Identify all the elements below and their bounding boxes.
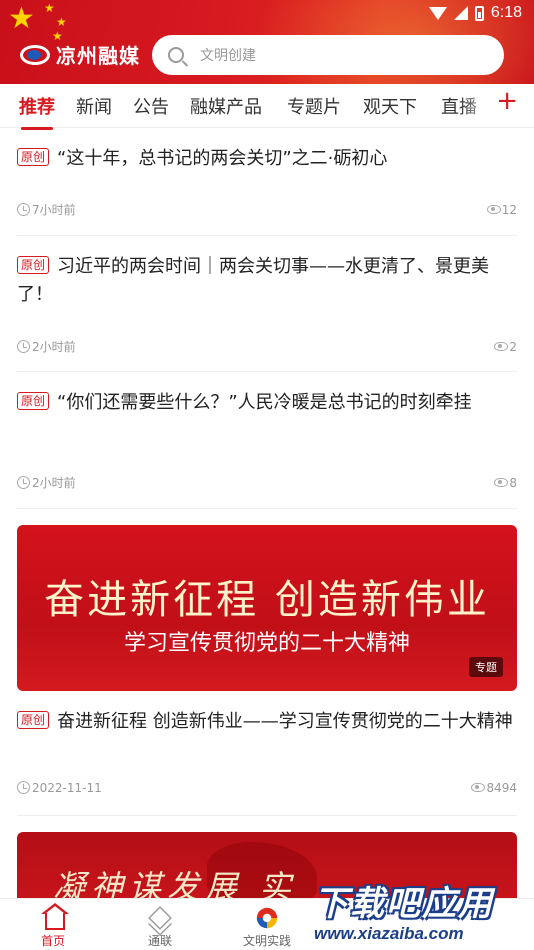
divider: [17, 235, 517, 236]
news-views: 2: [494, 340, 517, 354]
tab-news[interactable]: 新闻: [76, 93, 112, 119]
news-title: 原创 奋进新征程 创造新伟业——学习宣传贯彻党的二十大精神: [17, 708, 517, 736]
watermark-url: www.xiazaiba.com: [314, 924, 464, 943]
status-bar: 6:18: [428, 4, 522, 22]
signal-icon: [453, 6, 468, 20]
nav-home-label: 首页: [40, 934, 65, 948]
wifi-icon: [428, 6, 447, 20]
news-item[interactable]: 原创 奋进新征程 创造新伟业——学习宣传贯彻党的二十大精神: [17, 708, 517, 736]
banner2-text: 凝神谋发展 实: [53, 868, 298, 902]
nav-civilization-practice[interactable]: 文明实践: [217, 899, 317, 950]
nav-practice-label: 文明实践: [242, 934, 291, 948]
clock-icon: [17, 203, 30, 216]
news-item[interactable]: 原创 “你们还需要些什么？”人民冷暖是总书记的时刻牵挂: [17, 389, 517, 417]
eye-icon: [494, 341, 509, 351]
nav-home[interactable]: 首页: [3, 899, 103, 950]
tab-feature-films[interactable]: 专题片: [287, 93, 341, 119]
news-title: 原创 习近平的两会时间｜两会关切事——水更清了、景更美了！: [17, 256, 490, 305]
news-meta: 2小时前 8: [17, 474, 517, 491]
status-time: 6:18: [490, 4, 522, 21]
banner-subtitle: 学习宣传贯彻党的二十大精神: [123, 631, 410, 656]
flag-star-icon: ★: [44, 1, 55, 15]
search-icon: [168, 47, 184, 63]
banner-headline: 奋进新征程 创造新伟业: [44, 577, 490, 623]
news-views: 12: [486, 203, 517, 217]
watermark: 下载吧应用 www.xiazaiba.com: [314, 876, 528, 948]
news-meta: 2022-11-11 8494: [17, 781, 517, 795]
eye-icon: [486, 204, 501, 214]
tab-fade: [460, 84, 500, 127]
divider: [17, 371, 517, 372]
news-views: 8494: [471, 781, 517, 795]
clock-icon: [17, 781, 30, 794]
add-tab-icon[interactable]: +: [496, 88, 518, 114]
logo-text: 凉州融媒: [56, 44, 140, 68]
nav-liaison[interactable]: 通联: [110, 899, 210, 950]
watermark-text: 下载吧应用: [314, 884, 494, 924]
divider: [17, 508, 517, 509]
app-logo: 凉州融媒: [18, 40, 140, 69]
news-time: 2小时前: [17, 338, 76, 355]
clock-icon: [17, 340, 30, 353]
original-tag: 原创: [17, 711, 50, 729]
tab-world[interactable]: 观天下: [363, 93, 417, 119]
category-tabs: 推荐 新闻 公告 融媒产品 专题片 观天下 直播 +: [0, 84, 534, 130]
topic-badge: 专题: [469, 657, 503, 677]
original-tag: 原创: [17, 256, 50, 274]
news-title: 原创 “你们还需要些什么？”人民冷暖是总书记的时刻牵挂: [17, 389, 517, 417]
clock-icon: [17, 476, 30, 489]
logo-icon: [18, 42, 52, 68]
divider: [17, 815, 517, 816]
practice-logo-icon: [256, 907, 278, 929]
tab-announcements[interactable]: 公告: [133, 93, 169, 119]
feature-banner[interactable]: 奋进新征程 创造新伟业 学习宣传贯彻党的二十大精神 专题: [17, 525, 517, 691]
tab-recommend[interactable]: 推荐: [19, 93, 55, 130]
news-time: 2022-11-11: [17, 781, 102, 795]
news-item[interactable]: 原创 习近平的两会时间｜两会关切事——水更清了、景更美了！: [17, 253, 517, 309]
news-title: 原创 “这十年，总书记的两会关切”之二·砺初心: [17, 145, 517, 173]
original-tag: 原创: [17, 148, 50, 166]
tab-media-products[interactable]: 融媒产品: [190, 93, 262, 119]
news-meta: 2小时前 2: [17, 338, 517, 355]
flag-star-icon: ★: [8, 1, 35, 36]
news-time: 2小时前: [17, 474, 76, 491]
battery-icon: [474, 5, 484, 21]
news-views: 8: [494, 476, 517, 490]
nav-liaison-label: 通联: [147, 934, 172, 948]
search-placeholder: 文明创建: [200, 48, 256, 64]
app-header: ★ ★ ★ ★ 6:18 凉州融媒 文明创建: [0, 0, 534, 84]
news-item[interactable]: 原创 “这十年，总书记的两会关切”之二·砺初心: [17, 145, 517, 173]
eye-icon: [471, 783, 486, 792]
news-meta: 7小时前 12: [17, 201, 517, 218]
search-bar[interactable]: 文明创建: [152, 35, 504, 75]
flag-star-icon: ★: [56, 15, 67, 29]
eye-icon: [494, 477, 509, 487]
news-time: 7小时前: [17, 201, 76, 218]
original-tag: 原创: [17, 392, 50, 410]
